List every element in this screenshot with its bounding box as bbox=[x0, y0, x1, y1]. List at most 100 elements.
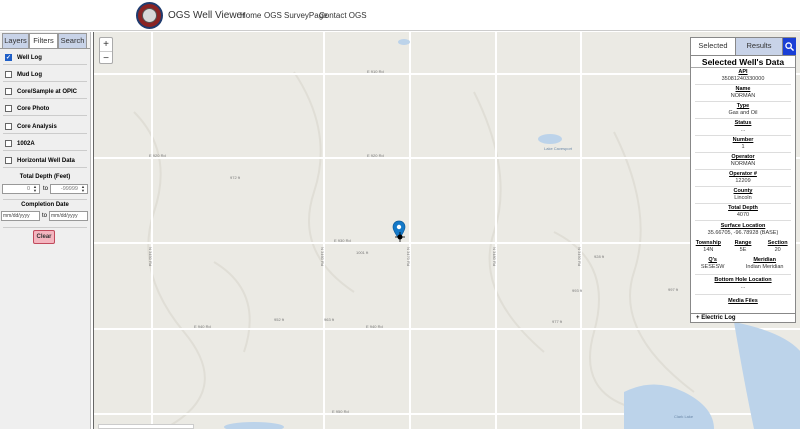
divider bbox=[3, 98, 87, 99]
filter-label: Core/Sample at OPIC bbox=[17, 88, 78, 95]
checkbox-icon[interactable] bbox=[5, 123, 12, 130]
tab-filters[interactable]: Filters bbox=[29, 33, 58, 49]
filter-mud-log[interactable]: Mud Log bbox=[5, 70, 42, 79]
separator bbox=[695, 135, 791, 136]
elevation-label: 993 ft bbox=[572, 288, 583, 293]
lake-label: Clark Lake bbox=[674, 414, 694, 419]
filter-label: Horizontal Well Data bbox=[17, 157, 75, 164]
field-value: 20 bbox=[774, 247, 781, 253]
electric-log-row[interactable]: + Electric Log bbox=[691, 313, 795, 323]
field-name: Name NORMAN bbox=[691, 86, 795, 100]
location-grid: Township 14N Range 5E Section 20 bbox=[691, 240, 795, 254]
zoom-in-button[interactable]: + bbox=[100, 38, 112, 51]
field-value: 35081240330000 bbox=[721, 76, 765, 82]
filter-label: Mud Log bbox=[17, 71, 42, 78]
divider bbox=[3, 133, 87, 134]
field-value: 4070 bbox=[736, 212, 750, 218]
field-label: Range bbox=[734, 240, 752, 246]
total-depth-label: Total Depth (Feet) bbox=[19, 174, 71, 180]
field-value: ... bbox=[740, 127, 746, 133]
checkbox-checked-icon[interactable]: ✓ bbox=[5, 54, 12, 61]
field-value: ... bbox=[740, 284, 746, 290]
separator bbox=[695, 203, 791, 204]
tab-layers[interactable]: Layers bbox=[2, 33, 29, 48]
search-button[interactable] bbox=[783, 38, 796, 55]
filters-pane: ✓ Well Log Mud Log Core/Sample at OPIC Co… bbox=[0, 48, 90, 429]
field-label: Status bbox=[734, 120, 752, 126]
filter-horizontal[interactable]: Horizontal Well Data bbox=[5, 156, 75, 165]
road-label: N 3480 Rd bbox=[492, 247, 497, 267]
field-value: 35.66705, -96.78928 (BASE) bbox=[707, 230, 779, 236]
elevation-label: 1001 ft bbox=[356, 250, 369, 255]
depth-min-input[interactable]: 0 ▲ ▼ bbox=[2, 184, 40, 194]
top-header: OGS Well Viewer Home OGS SurveyPage Cont… bbox=[0, 0, 800, 31]
field-type: Type Gas and Oil bbox=[691, 103, 795, 117]
field-label: Name bbox=[735, 86, 751, 92]
field-number: Number 1 bbox=[691, 137, 795, 151]
road-label: E 940 Rd bbox=[194, 324, 211, 329]
tab-selected[interactable]: Selected bbox=[691, 38, 736, 55]
filter-core-analysis[interactable]: Core Analysis bbox=[5, 122, 57, 131]
filter-well-log[interactable]: ✓ Well Log bbox=[5, 53, 42, 62]
field-bottom-hole: Bottom Hole Location... bbox=[691, 277, 795, 291]
nav-contact[interactable]: Contact OGS bbox=[319, 11, 367, 20]
right-panel: Selected Results Selected Well's Data AP… bbox=[690, 37, 796, 323]
field-label: Media Files bbox=[728, 298, 758, 304]
left-tabs: Layers Filters Search bbox=[2, 33, 90, 49]
separator bbox=[695, 101, 791, 102]
left-panel: Layers Filters Search ✓ Well Log Mud Log … bbox=[0, 32, 91, 429]
filter-label: Core Analysis bbox=[17, 123, 57, 130]
tab-results[interactable]: Results bbox=[736, 38, 783, 55]
tab-search[interactable]: Search bbox=[58, 33, 87, 48]
separator bbox=[695, 118, 791, 119]
spinner-icon[interactable]: ▲ ▼ bbox=[32, 185, 38, 193]
field-value: 14N bbox=[703, 247, 714, 253]
field-status: Status... bbox=[691, 120, 795, 134]
field-value: NORMAN bbox=[730, 93, 756, 99]
field-label: Bottom Hole Location bbox=[714, 277, 772, 283]
field-value: 12209 bbox=[735, 178, 751, 184]
panel-title: Selected Well's Data bbox=[691, 55, 795, 68]
date-from-input[interactable]: mm/dd/yyyy bbox=[1, 211, 40, 221]
road-label: E 910 Rd bbox=[367, 69, 384, 74]
date-to-input[interactable]: mm/dd/yyyy bbox=[49, 211, 88, 221]
zoom-out-button[interactable]: − bbox=[100, 51, 112, 64]
field-value: Indian Meridian bbox=[745, 264, 784, 270]
divider bbox=[3, 227, 87, 228]
field-label: Operator bbox=[731, 154, 755, 160]
checkbox-icon[interactable] bbox=[5, 105, 12, 112]
depth-max-input[interactable]: -99999 ▲ ▼ bbox=[50, 184, 88, 194]
spinner-icon[interactable]: ▲ ▼ bbox=[80, 185, 86, 193]
field-surface-location: Surface Location 35.66705, -96.78928 (BAS… bbox=[691, 223, 795, 237]
logo-icon[interactable] bbox=[136, 2, 163, 29]
separator bbox=[695, 186, 791, 187]
nav-home[interactable]: Home bbox=[240, 11, 261, 20]
field-township: Township 14N bbox=[691, 240, 726, 254]
to-label: to bbox=[42, 213, 48, 219]
field-label: API bbox=[738, 69, 748, 75]
clear-button[interactable]: Clear bbox=[33, 230, 55, 244]
electric-log-label: Electric Log bbox=[701, 315, 736, 321]
field-range: Range 5E bbox=[726, 240, 761, 254]
filter-core-photo[interactable]: Core Photo bbox=[5, 104, 49, 113]
field-label: Number bbox=[732, 137, 754, 143]
checkbox-icon[interactable] bbox=[5, 88, 12, 95]
checkbox-icon[interactable] bbox=[5, 140, 12, 147]
field-label: Meridian bbox=[753, 257, 776, 263]
filter-1002a[interactable]: 1002A bbox=[5, 139, 35, 148]
filter-core-sample[interactable]: Core/Sample at OPIC bbox=[5, 87, 77, 96]
elevation-label: 928 ft bbox=[594, 254, 605, 259]
separator bbox=[695, 220, 791, 221]
field-qs: Q's SESESW bbox=[691, 257, 734, 271]
field-label: Q's bbox=[708, 257, 717, 263]
separator bbox=[695, 84, 791, 85]
field-label: Total Depth bbox=[728, 205, 758, 211]
separator bbox=[695, 294, 791, 295]
filter-label: Well Log bbox=[17, 54, 42, 61]
field-value: Gas and Oil bbox=[728, 110, 758, 116]
field-operator: Operator NORMAN bbox=[691, 154, 795, 168]
checkbox-icon[interactable] bbox=[5, 71, 12, 78]
checkbox-icon[interactable] bbox=[5, 157, 12, 164]
plus-icon: + bbox=[696, 315, 700, 321]
depth-min-value: 0 bbox=[26, 186, 30, 192]
